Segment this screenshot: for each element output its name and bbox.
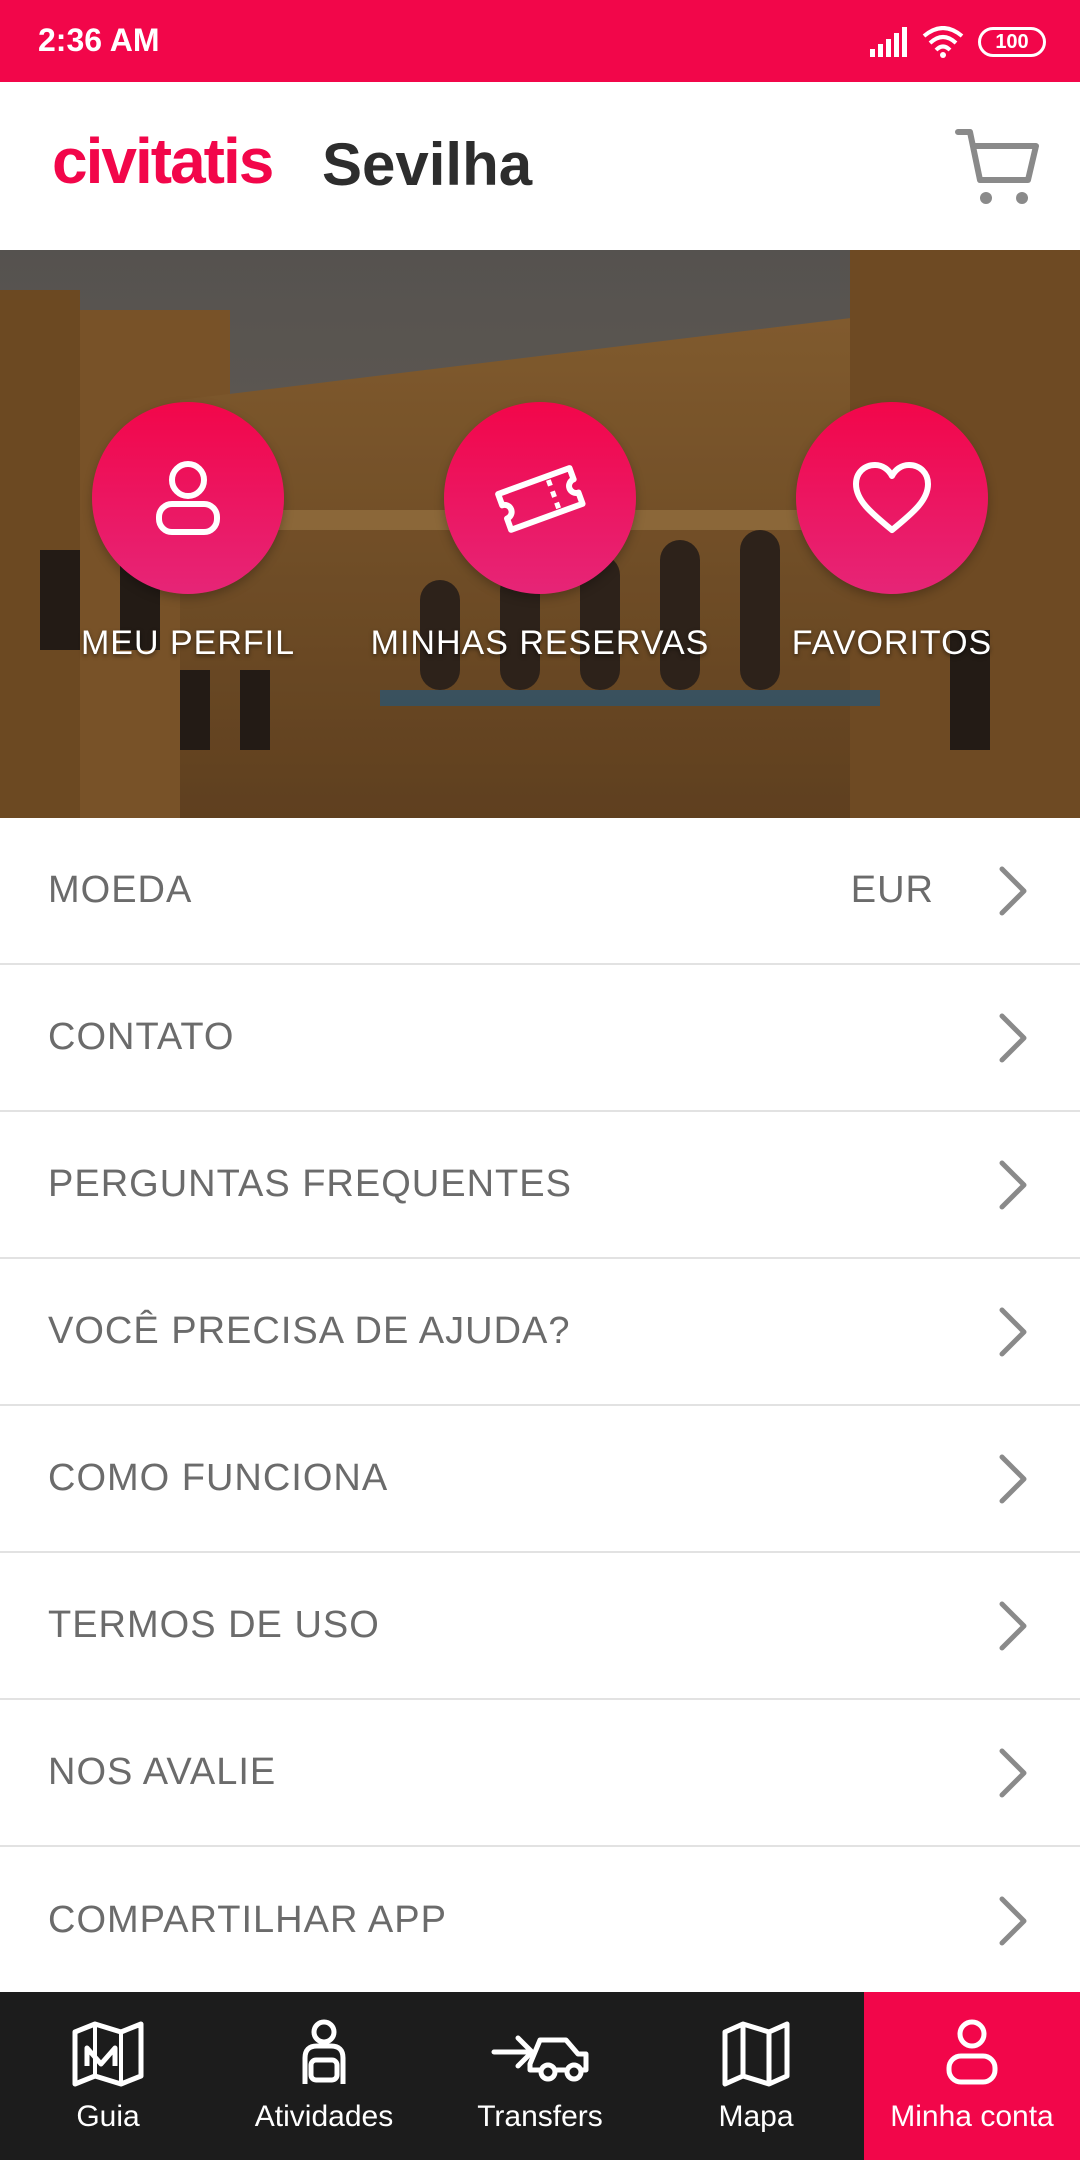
menu-item-faq[interactable]: PERGUNTAS FREQUENTES [0, 1112, 1080, 1259]
bottom-nav: Guia Atividades Transfers Mapa Minha con… [0, 1992, 1080, 2160]
my-bookings-label: MINHAS RESERVAS [370, 624, 710, 662]
nav-item-my-account[interactable]: Minha conta [864, 1992, 1080, 2160]
status-icons: 100 [868, 22, 1046, 62]
menu-item-label: TERMOS DE USO [48, 1604, 380, 1646]
brand-logo: civitatis [52, 125, 274, 197]
chevron-right-icon [999, 1896, 1027, 1945]
wifi-icon [922, 26, 964, 58]
nav-label: Transfers [477, 2100, 603, 2133]
chevron-right-icon [999, 1160, 1027, 1209]
settings-menu: MOEDA EUR CONTATO PERGUNTAS FREQUENTES V… [0, 818, 1080, 1994]
favorites-button[interactable]: FAVORITOS [712, 402, 1072, 663]
menu-item-currency[interactable]: MOEDA EUR [0, 818, 1080, 965]
menu-item-rate-us[interactable]: NOS AVALIE [0, 1700, 1080, 1847]
hero-circle [796, 402, 988, 594]
battery-level: 100 [995, 30, 1029, 53]
hero-circle [92, 402, 284, 594]
nav-label: Mapa [718, 2100, 794, 2133]
battery-icon: 100 [978, 27, 1046, 57]
menu-item-label: CONTATO [48, 1016, 235, 1058]
chevron-right-icon [999, 1013, 1027, 1062]
menu-item-label: MOEDA [48, 869, 193, 911]
heart-icon [853, 462, 931, 533]
my-profile-button[interactable]: MEU PERFIL [8, 402, 368, 663]
chevron-right-icon [999, 1748, 1027, 1797]
menu-item-label: COMO FUNCIONA [48, 1457, 389, 1499]
nav-label: Minha conta [890, 2100, 1054, 2133]
hero-banner: MEU PERFIL MINHAS RESERVAS FAVORITOS [0, 250, 1080, 818]
traveler-icon [302, 2019, 346, 2084]
menu-item-terms[interactable]: TERMOS DE USO [0, 1553, 1080, 1700]
nav-item-guide[interactable]: Guia [0, 1992, 216, 2160]
city-title: Sevilha [322, 131, 533, 198]
user-icon [156, 461, 220, 535]
ticket-icon [495, 465, 586, 533]
chevron-right-icon [999, 1454, 1027, 1503]
my-profile-label: MEU PERFIL [80, 624, 296, 662]
nav-label: Atividades [254, 2100, 394, 2133]
chevron-right-icon [999, 1307, 1027, 1356]
chevron-right-icon [999, 1601, 1027, 1650]
nav-item-transfers[interactable]: Transfers [432, 1992, 648, 2160]
status-bar: 2:36 AM 100 [0, 0, 1080, 82]
hero-circle [444, 402, 636, 594]
menu-item-how-it-works[interactable]: COMO FUNCIONA [0, 1406, 1080, 1553]
nav-item-map[interactable]: Mapa [648, 1992, 864, 2160]
nav-label: Guia [76, 2100, 140, 2133]
menu-item-label: COMPARTILHAR APP [48, 1899, 447, 1941]
nav-item-activities[interactable]: Atividades [216, 1992, 432, 2160]
currency-value: EUR [850, 869, 934, 911]
status-time: 2:36 AM [38, 22, 160, 58]
favorites-label: FAVORITOS [791, 624, 993, 662]
menu-item-label: VOCÊ PRECISA DE AJUDA? [48, 1310, 571, 1352]
my-bookings-button[interactable]: MINHAS RESERVAS [360, 402, 720, 663]
map-pin-book-icon [72, 2021, 144, 2087]
transfer-car-icon [491, 2035, 589, 2082]
menu-item-help[interactable]: VOCÊ PRECISA DE AJUDA? [0, 1259, 1080, 1406]
signal-icon [870, 27, 907, 57]
chevron-right-icon [999, 866, 1027, 915]
menu-item-label: PERGUNTAS FREQUENTES [48, 1163, 572, 1205]
map-icon [722, 2021, 790, 2087]
cart-icon[interactable] [952, 122, 1042, 212]
menu-item-contact[interactable]: CONTATO [0, 965, 1080, 1112]
user-icon [946, 2019, 998, 2085]
menu-item-share-app[interactable]: COMPARTILHAR APP [0, 1847, 1080, 1994]
menu-item-label: NOS AVALIE [48, 1751, 277, 1793]
app-header: civitatis Sevilha [0, 82, 1080, 250]
